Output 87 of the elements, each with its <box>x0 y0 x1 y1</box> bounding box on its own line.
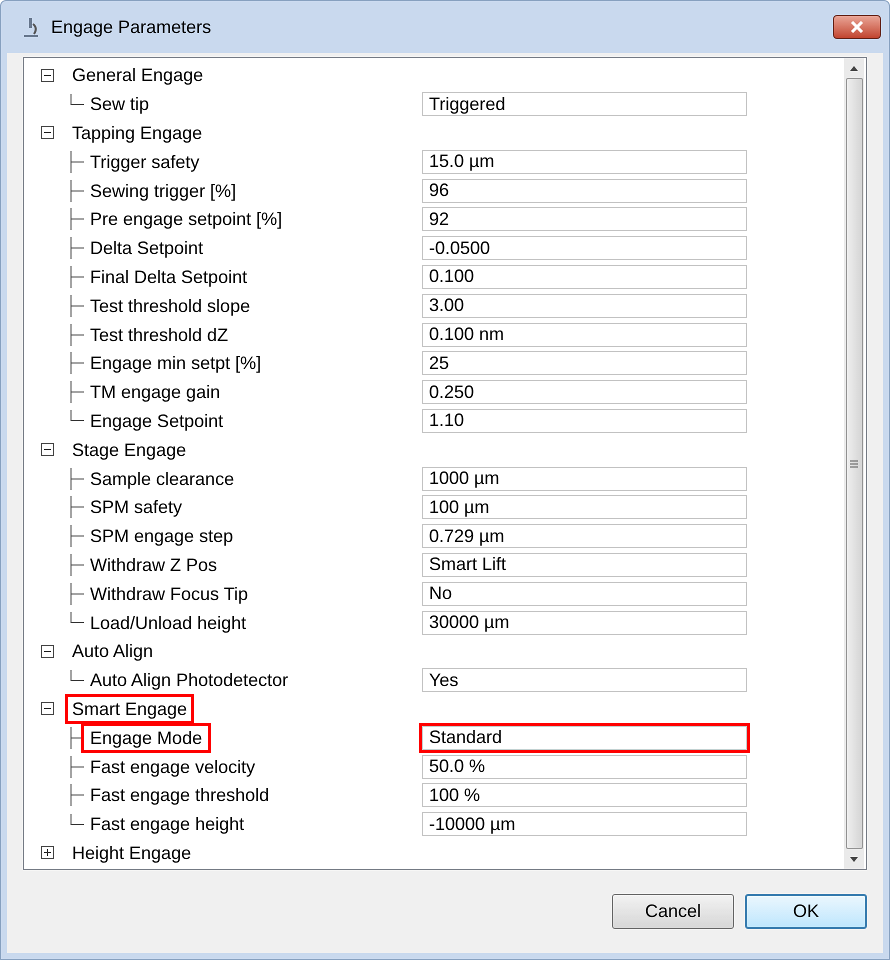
parameter-label: Fast engage threshold <box>89 784 270 808</box>
tree-connector-icon <box>70 756 84 778</box>
value-field[interactable]: 1000 µm <box>422 466 747 491</box>
value-field[interactable]: 30000 µm <box>422 610 747 635</box>
tree-connector-icon <box>70 468 84 490</box>
tree-connector-icon <box>70 554 84 576</box>
tree-connector-icon <box>70 525 84 548</box>
value-field[interactable]: 100 µm <box>422 495 747 520</box>
scrollbar[interactable] <box>844 58 864 869</box>
tree-connector-icon <box>70 180 84 202</box>
tree-connector-icon <box>70 208 84 230</box>
tree-connector-icon <box>70 294 84 317</box>
tree-connector-icon <box>70 726 84 749</box>
parameter-label: Engage min setpt [%] <box>89 352 262 376</box>
expand-icon[interactable] <box>40 846 54 860</box>
value-field[interactable]: No <box>422 582 747 606</box>
value-field[interactable]: 0.100 nm <box>422 322 747 347</box>
tree-connector-icon <box>70 352 84 374</box>
parameter-label: Trigger safety <box>89 150 200 174</box>
tree-connector-icon <box>70 381 84 404</box>
window-title: Engage Parameters <box>51 16 212 39</box>
parameter-label: Sew tip <box>89 93 150 116</box>
value-field[interactable]: Yes <box>422 668 747 692</box>
cancel-button[interactable]: Cancel <box>612 894 734 929</box>
tree-connector-icon <box>70 582 84 605</box>
group-label[interactable]: Tapping Engage <box>68 120 206 145</box>
group-label[interactable]: Stage Engage <box>68 438 190 462</box>
value-field[interactable]: Standard <box>422 726 747 750</box>
value-field[interactable]: -10000 µm <box>422 812 747 836</box>
parameter-label: Fast engage velocity <box>89 756 256 779</box>
group-label[interactable]: Height Engage <box>68 840 196 865</box>
tree-connector-icon <box>70 150 84 173</box>
ok-button[interactable]: OK <box>745 894 867 929</box>
value-field[interactable]: 3.00 <box>422 294 747 318</box>
parameter-label: SPM engage step <box>89 525 234 548</box>
parameter-label: Test threshold slope <box>89 294 252 318</box>
tree-connector-icon <box>70 496 84 518</box>
grip-icon <box>850 460 858 468</box>
tree-connector-icon <box>70 237 84 260</box>
tree-connector-icon <box>70 814 84 825</box>
tree-connector-icon <box>70 784 84 806</box>
group-label[interactable]: Smart Engage <box>68 696 192 721</box>
parameter-label: Withdraw Focus Tip <box>89 582 250 606</box>
parameter-label: Test threshold dZ <box>89 324 230 347</box>
collapse-icon[interactable] <box>40 68 54 82</box>
value-field[interactable]: 0.250 <box>422 380 747 404</box>
value-field[interactable]: 1.10 <box>422 408 747 433</box>
parameter-label: Delta Setpoint <box>89 237 204 260</box>
tree-connector-icon <box>70 670 84 681</box>
parameter-label: SPM safety <box>89 496 184 520</box>
value-field[interactable]: Smart Lift <box>422 552 747 577</box>
collapse-icon[interactable] <box>40 644 54 658</box>
value-field[interactable]: Triggered <box>422 92 747 116</box>
parameter-label: Pre engage setpoint [%] <box>89 208 284 232</box>
value-field[interactable]: 0.729 µm <box>422 524 747 548</box>
value-field[interactable]: 15.0 µm <box>422 150 747 174</box>
value-field[interactable]: 0.100 <box>422 264 747 289</box>
parameter-label: Engage Setpoint <box>89 410 224 433</box>
group-label[interactable]: Auto Align <box>68 639 158 664</box>
tree-connector-icon <box>70 612 84 624</box>
microscope-icon <box>21 16 41 38</box>
collapse-icon[interactable] <box>40 126 54 140</box>
parameter-label: Final Delta Setpoint <box>89 266 248 289</box>
parameter-label: Engage Mode <box>84 726 208 750</box>
value-field[interactable]: 92 <box>422 207 747 232</box>
parameter-label: Sewing trigger [%] <box>89 180 238 203</box>
value-field[interactable]: -0.0500 <box>422 236 747 260</box>
close-icon <box>850 21 864 33</box>
parameter-label: TM engage gain <box>89 381 222 404</box>
parameter-label: Fast engage height <box>89 813 246 836</box>
tree-connector-icon <box>70 324 84 346</box>
parameter-label: Load/Unload height <box>89 612 248 635</box>
group-label[interactable]: General Engage <box>68 63 208 88</box>
tree-connector-icon <box>70 410 84 422</box>
parameter-label: Withdraw Z Pos <box>89 554 218 577</box>
scrollbar-thumb[interactable] <box>846 78 862 849</box>
collapse-icon[interactable] <box>40 443 54 456</box>
value-field[interactable]: 50.0 % <box>422 754 747 779</box>
close-button[interactable] <box>833 15 881 39</box>
parameter-label: Sample clearance <box>89 468 236 491</box>
collapse-icon[interactable] <box>40 702 54 716</box>
tree-connector-icon <box>70 266 84 288</box>
value-field[interactable]: 96 <box>422 178 747 203</box>
value-field[interactable]: 100 % <box>422 783 747 808</box>
tree-connector-icon <box>70 94 84 105</box>
value-field[interactable]: 25 <box>422 351 747 376</box>
parameter-label: Auto Align Photodetector <box>89 669 290 692</box>
